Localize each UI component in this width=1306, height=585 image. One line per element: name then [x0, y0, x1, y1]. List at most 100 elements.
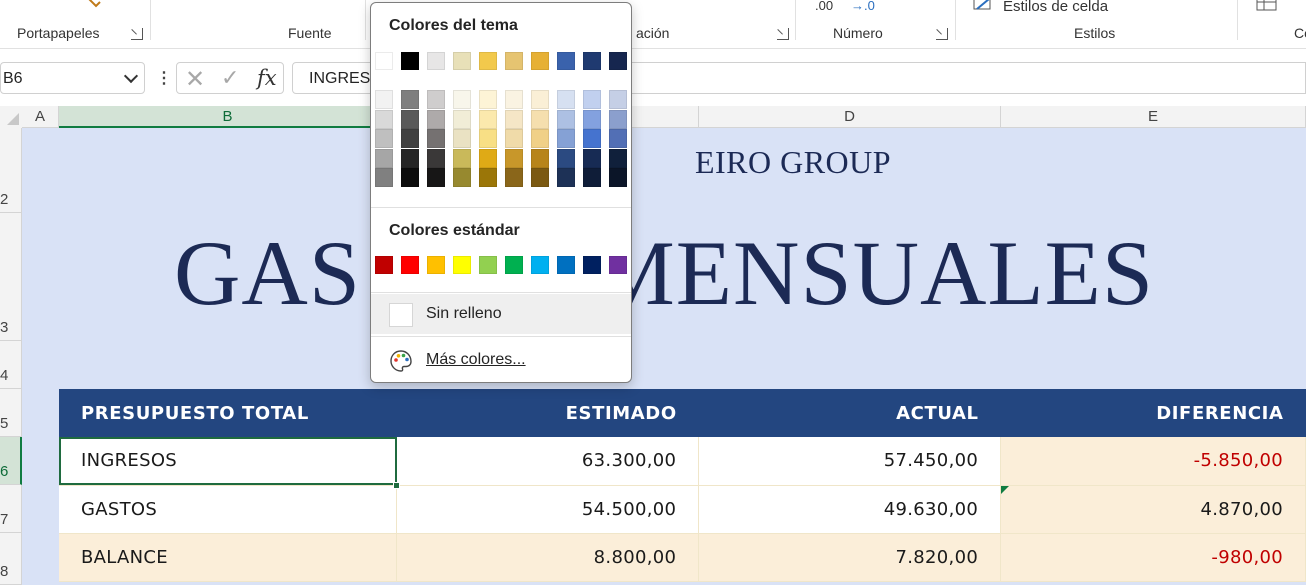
theme-shade-swatch[interactable] [557, 109, 575, 129]
theme-shade-swatch[interactable] [609, 109, 627, 129]
theme-shade-swatch[interactable] [401, 168, 419, 188]
chevron-down-icon[interactable] [123, 68, 139, 84]
header-estimated[interactable]: ESTIMADO [396, 389, 699, 437]
theme-shade-swatch[interactable] [375, 90, 393, 109]
cell-estimated[interactable]: 54.500,00 [396, 485, 700, 534]
theme-shade-swatch[interactable] [479, 129, 497, 149]
cell-estimated[interactable]: 63.300,00 [396, 437, 700, 486]
theme-shade-swatch[interactable] [453, 90, 471, 109]
enter-icon[interactable]: ✓ [221, 65, 239, 91]
sheet-title[interactable]: GAS MENSUALES [22, 220, 1306, 326]
theme-color-swatch[interactable] [427, 52, 445, 70]
worksheet[interactable]: EIRO GROUP GAS MENSUALES PRESUPUESTO TOTA… [22, 128, 1306, 585]
cell-difference[interactable]: -5.850,00 [1000, 437, 1306, 486]
standard-color-swatch[interactable] [427, 256, 445, 274]
theme-shade-swatch[interactable] [505, 148, 523, 168]
cell-difference[interactable]: -980,00 [1000, 533, 1306, 582]
standard-color-swatch[interactable] [453, 256, 471, 274]
row-header-5[interactable]: 5 [0, 389, 22, 437]
decrease-decimal-button[interactable]: .00 [815, 0, 833, 13]
theme-shade-swatch[interactable] [531, 129, 549, 149]
header-difference[interactable]: DIFERENCIA [1000, 389, 1306, 437]
number-launcher-icon[interactable] [936, 28, 948, 40]
cell-difference[interactable]: 4.870,00 [1000, 485, 1306, 534]
theme-shade-swatch[interactable] [609, 148, 627, 168]
standard-color-swatch[interactable] [609, 256, 627, 274]
theme-shade-swatch[interactable] [557, 90, 575, 109]
theme-shade-swatch[interactable] [479, 148, 497, 168]
no-fill-option[interactable]: Sin relleno [371, 294, 631, 334]
theme-color-swatch[interactable] [479, 52, 497, 70]
column-header-a[interactable]: A [22, 106, 59, 128]
cancel-icon[interactable]: ✕ [185, 65, 205, 94]
theme-shade-swatch[interactable] [427, 109, 445, 129]
theme-shade-swatch[interactable] [401, 129, 419, 149]
theme-shade-swatch[interactable] [375, 168, 393, 188]
cell-label[interactable]: GASTOS [59, 485, 398, 534]
theme-shade-swatch[interactable] [609, 129, 627, 149]
cell-styles-icon[interactable] [973, 0, 995, 12]
increase-decimal-button[interactable]: →.0 [851, 0, 875, 13]
theme-shade-swatch[interactable] [531, 109, 549, 129]
theme-shade-swatch[interactable] [479, 109, 497, 129]
theme-shade-swatch[interactable] [505, 168, 523, 188]
clipboard-launcher-icon[interactable] [131, 28, 143, 40]
row-header-8[interactable]: 8 [0, 533, 22, 585]
standard-color-swatch[interactable] [505, 256, 523, 274]
alignment-launcher-icon[interactable] [777, 28, 789, 40]
theme-shade-swatch[interactable] [609, 168, 627, 188]
standard-color-swatch[interactable] [401, 256, 419, 274]
column-header-b[interactable]: B [59, 106, 397, 128]
theme-shade-swatch[interactable] [401, 109, 419, 129]
row-header-2[interactable]: 2 [0, 128, 22, 213]
theme-shade-swatch[interactable] [453, 168, 471, 188]
theme-color-swatch[interactable] [609, 52, 627, 70]
theme-shade-swatch[interactable] [401, 148, 419, 168]
theme-shade-swatch[interactable] [401, 90, 419, 109]
theme-color-swatch[interactable] [583, 52, 601, 70]
row-header-3[interactable]: 3 [0, 213, 22, 341]
theme-shade-swatch[interactable] [479, 90, 497, 109]
cell-actual[interactable]: 7.820,00 [698, 533, 1002, 582]
error-indicator-icon[interactable] [1001, 485, 1010, 494]
cell-actual[interactable]: 57.450,00 [698, 437, 1002, 486]
theme-shade-swatch[interactable] [505, 109, 523, 129]
theme-shade-swatch[interactable] [531, 168, 549, 188]
more-colors-option[interactable]: Más colores... [371, 340, 631, 380]
cell-label[interactable]: BALANCE [59, 533, 398, 582]
theme-shade-swatch[interactable] [427, 148, 445, 168]
cell-estimated[interactable]: 8.800,00 [396, 533, 700, 582]
more-options-icon[interactable]: ⋮ [156, 68, 172, 88]
theme-shade-swatch[interactable] [453, 129, 471, 149]
theme-shade-swatch[interactable] [453, 109, 471, 129]
theme-color-swatch[interactable] [375, 52, 393, 70]
format-table-icon[interactable] [1256, 0, 1278, 12]
theme-shade-swatch[interactable] [583, 168, 601, 188]
row-header-4[interactable]: 4 [0, 341, 22, 389]
theme-shade-swatch[interactable] [375, 148, 393, 168]
theme-color-swatch[interactable] [557, 52, 575, 70]
theme-shade-swatch[interactable] [427, 168, 445, 188]
paste-icon[interactable] [82, 0, 104, 10]
theme-shade-swatch[interactable] [583, 129, 601, 149]
cell-actual[interactable]: 49.630,00 [698, 485, 1002, 534]
select-all-button[interactable] [0, 106, 22, 128]
theme-shade-swatch[interactable] [375, 129, 393, 149]
theme-shade-swatch[interactable] [479, 168, 497, 188]
name-box[interactable]: B6 [0, 62, 145, 94]
theme-color-swatch[interactable] [505, 52, 523, 70]
theme-color-swatch[interactable] [531, 52, 549, 70]
theme-shade-swatch[interactable] [557, 168, 575, 188]
theme-shade-swatch[interactable] [505, 90, 523, 109]
theme-shade-swatch[interactable] [583, 90, 601, 109]
theme-shade-swatch[interactable] [505, 129, 523, 149]
insert-function-icon[interactable]: fx [257, 66, 277, 90]
header-total-budget[interactable]: PRESUPUESTO TOTAL [59, 389, 397, 437]
column-header-d[interactable]: D [699, 106, 1001, 128]
column-header-e[interactable]: E [1001, 106, 1306, 128]
standard-color-swatch[interactable] [557, 256, 575, 274]
theme-shade-swatch[interactable] [453, 148, 471, 168]
theme-shade-swatch[interactable] [375, 109, 393, 129]
row-header-7[interactable]: 7 [0, 485, 22, 533]
theme-shade-swatch[interactable] [609, 90, 627, 109]
